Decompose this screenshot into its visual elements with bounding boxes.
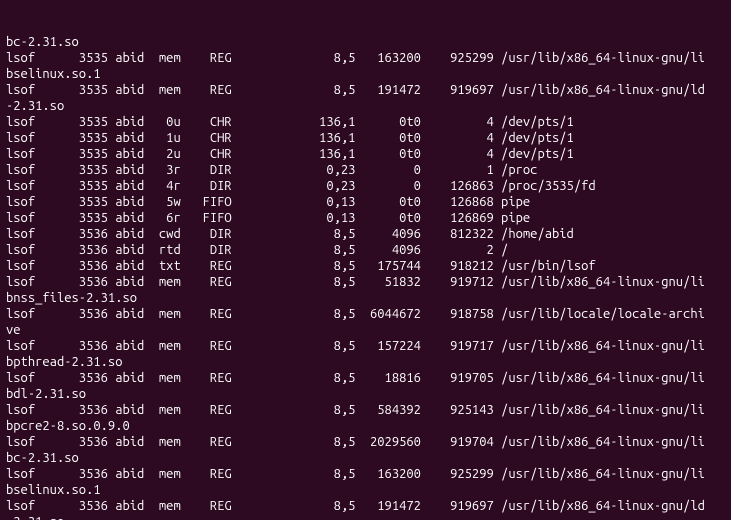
terminal-output[interactable]: bc-2.31.solsof 3535 abid mem REG 8,5 163… [0,0,731,520]
output-wrap-line: bselinux.so.1 [6,66,727,82]
output-wrap-line: bdl-2.31.so [6,386,727,402]
lsof-row: lsof 3535 abid 0u CHR 136,1 0t0 4 /dev/p… [6,114,727,130]
lsof-row: lsof 3536 abid mem REG 8,5 157224 919717… [6,338,727,354]
lsof-row: lsof 3535 abid 5w FIFO 0,13 0t0 126868 p… [6,194,727,210]
lsof-row: lsof 3536 abid mem REG 8,5 584392 925143… [6,402,727,418]
lsof-row: lsof 3536 abid mem REG 8,5 6044672 91875… [6,306,727,322]
output-wrap-line: ve [6,322,727,338]
lsof-row: lsof 3535 abid 1u CHR 136,1 0t0 4 /dev/p… [6,130,727,146]
output-wrap-line: bc-2.31.so [6,34,727,50]
lsof-row: lsof 3535 abid mem REG 8,5 163200 925299… [6,50,727,66]
lsof-row: lsof 3536 abid mem REG 8,5 18816 919705 … [6,370,727,386]
output-wrap-line: bc-2.31.so [6,450,727,466]
lsof-row: lsof 3535 abid 4r DIR 0,23 0 126863 /pro… [6,178,727,194]
lsof-row: lsof 3535 abid 6r FIFO 0,13 0t0 126869 p… [6,210,727,226]
lsof-row: lsof 3536 abid mem REG 8,5 191472 919697… [6,498,727,514]
output-wrap-line: bpthread-2.31.so [6,354,727,370]
lsof-row: lsof 3536 abid cwd DIR 8,5 4096 812322 /… [6,226,727,242]
lsof-row: lsof 3536 abid txt REG 8,5 175744 918212… [6,258,727,274]
output-wrap-line: -2.31.so [6,514,727,520]
lsof-row: lsof 3536 abid mem REG 8,5 163200 925299… [6,466,727,482]
lsof-row: lsof 3535 abid 2u CHR 136,1 0t0 4 /dev/p… [6,146,727,162]
output-wrap-line: bselinux.so.1 [6,482,727,498]
lsof-row: lsof 3536 abid mem REG 8,5 2029560 91970… [6,434,727,450]
lsof-row: lsof 3535 abid mem REG 8,5 191472 919697… [6,82,727,98]
lsof-row: lsof 3536 abid rtd DIR 8,5 4096 2 / [6,242,727,258]
output-wrap-line: bnss_files-2.31.so [6,290,727,306]
output-wrap-line: bpcre2-8.so.0.9.0 [6,418,727,434]
lsof-row: lsof 3535 abid 3r DIR 0,23 0 1 /proc [6,162,727,178]
output-wrap-line: -2.31.so [6,98,727,114]
lsof-row: lsof 3536 abid mem REG 8,5 51832 919712 … [6,274,727,290]
